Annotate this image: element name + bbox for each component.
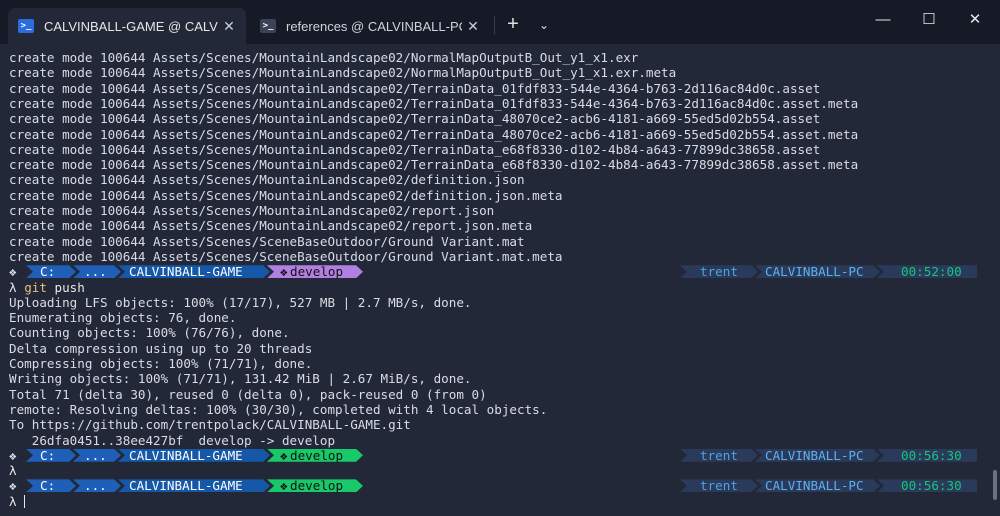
output-line: create mode 100644 Assets/Scenes/SceneBa… [9, 233, 525, 249]
output-line: create mode 100644 Assets/Scenes/Mountai… [9, 50, 639, 65]
prompt-marker-icon: ❖ [9, 264, 17, 280]
scrollbar-track[interactable] [991, 44, 1000, 516]
tab-dropdown-button[interactable]: ⌄ [532, 12, 556, 38]
folder-label: CALVINBALL-GAME [129, 447, 243, 463]
output-line: create mode 100644 Assets/Scenes/Mountai… [9, 111, 821, 127]
branch-label: develop [290, 478, 344, 494]
command-line[interactable]: λ git push [9, 280, 85, 295]
git-branch-icon: ❖ [280, 264, 288, 280]
time-label: 00:52:00 [901, 264, 962, 280]
output-line: create mode 100644 Assets/Scenes/Mountai… [9, 80, 821, 96]
output-line: 26dfa0451..38ee427bf develop -> develop [9, 432, 336, 448]
text-cursor [24, 494, 26, 508]
output-line: Writing objects: 100% (71/71), 131.42 Mi… [9, 371, 472, 387]
new-tab-button[interactable]: + [500, 12, 526, 38]
output-line: create mode 100644 Assets/Scenes/Mountai… [9, 126, 859, 142]
folder-label: CALVINBALL-GAME [129, 478, 243, 494]
output-line: create mode 100644 Assets/Scenes/SceneBa… [9, 248, 563, 264]
close-window-button[interactable]: ✕ [952, 2, 998, 38]
path-ellipsis: ... [84, 478, 107, 494]
output-line: remote: Resolving deltas: 100% (30/30), … [9, 401, 548, 417]
tab-label: references @ CALVINBALL-PC [286, 18, 462, 34]
scrollbar-thumb[interactable] [993, 470, 997, 500]
output-line: Enumerating objects: 76, done. [9, 310, 237, 326]
path-ellipsis: ... [84, 447, 107, 463]
time-label: 00:56:30 [901, 478, 962, 494]
terminal-icon: >_ [18, 19, 34, 33]
command-args: push [46, 279, 85, 295]
output-line: Delta compression using up to 20 threads [9, 340, 313, 356]
command-text: git [24, 279, 47, 295]
prompt-symbol: λ [9, 463, 17, 479]
time-label: 00:56:30 [901, 447, 962, 463]
output-line: Compressing objects: 100% (71/71), done. [9, 356, 313, 371]
git-branch-icon: ❖ [280, 447, 288, 463]
input-line[interactable]: λ [9, 463, 17, 478]
output-line: create mode 100644 Assets/Scenes/Mountai… [9, 203, 495, 218]
user-label: trent [700, 264, 738, 280]
output-line: Uploading LFS objects: 100% (17/17), 527… [9, 294, 472, 310]
host-label: CALVINBALL-PC [765, 478, 864, 494]
terminal-window: >_ CALVINBALL-GAME @ CALVIN ✕ >_ referen… [0, 0, 1000, 516]
host-label: CALVINBALL-PC [765, 447, 864, 463]
output-line: create mode 100644 Assets/Scenes/Mountai… [9, 218, 533, 234]
git-branch-icon: ❖ [280, 478, 288, 494]
minimize-button[interactable]: — [860, 2, 906, 38]
close-tab-icon[interactable]: ✕ [462, 18, 484, 35]
input-line[interactable]: λ [9, 493, 26, 509]
prompt-symbol: λ [9, 493, 17, 509]
prompt-line: ❖ C:... CALVINBALL-GAME ❖ develop trent CALVIN… [0, 264, 990, 279]
tab-calvinball-game[interactable]: >_ CALVINBALL-GAME @ CALVIN ✕ [8, 8, 246, 44]
output-line: Counting objects: 100% (76/76), done. [9, 325, 290, 341]
output-line: To https://github.com/trentpolack/CALVIN… [9, 417, 411, 433]
user-label: trent [700, 447, 738, 463]
output-line: create mode 100644 Assets/Scenes/Mountai… [9, 65, 677, 81]
prompt-line: ❖ C:... CALVINBALL-GAME ❖ develop trent CALVIN… [0, 448, 990, 463]
user-label: trent [700, 478, 738, 494]
title-bar: >_ CALVINBALL-GAME @ CALVIN ✕ >_ referen… [0, 0, 1000, 44]
drive-label: C: [40, 447, 56, 463]
drive-label: C: [40, 264, 56, 280]
branch-label: develop [290, 264, 344, 280]
output-line: create mode 100644 Assets/Scenes/Mountai… [9, 157, 859, 173]
output-line: create mode 100644 Assets/Scenes/Mountai… [9, 95, 859, 111]
folder-label: CALVINBALL-GAME [129, 264, 243, 280]
close-tab-icon[interactable]: ✕ [218, 18, 240, 35]
prompt-line: ❖ C:... CALVINBALL-GAME ❖ develop trent CALVIN… [0, 478, 990, 493]
prompt-marker-icon: ❖ [9, 478, 17, 494]
output-line: create mode 100644 Assets/Scenes/Mountai… [9, 141, 821, 157]
drive-label: C: [40, 478, 56, 494]
host-label: CALVINBALL-PC [765, 264, 864, 280]
prompt-marker-icon: ❖ [9, 447, 17, 463]
output-line: Total 71 (delta 30), reused 0 (delta 0),… [9, 386, 487, 402]
output-line: create mode 100644 Assets/Scenes/Mountai… [9, 172, 525, 188]
output-line: create mode 100644 Assets/Scenes/Mountai… [9, 187, 563, 203]
terminal-icon: >_ [260, 19, 276, 33]
tab-references[interactable]: >_ references @ CALVINBALL-PC ✕ [252, 8, 490, 44]
tab-label: CALVINBALL-GAME @ CALVIN [44, 18, 218, 34]
path-ellipsis: ... [84, 264, 107, 280]
prompt-symbol: λ [9, 279, 17, 295]
branch-label: develop [290, 447, 344, 463]
maximize-button[interactable]: ☐ [906, 2, 952, 38]
terminal-output[interactable]: create mode 100644 Assets/Scenes/Mountai… [0, 44, 990, 516]
tab-separator [494, 16, 495, 34]
